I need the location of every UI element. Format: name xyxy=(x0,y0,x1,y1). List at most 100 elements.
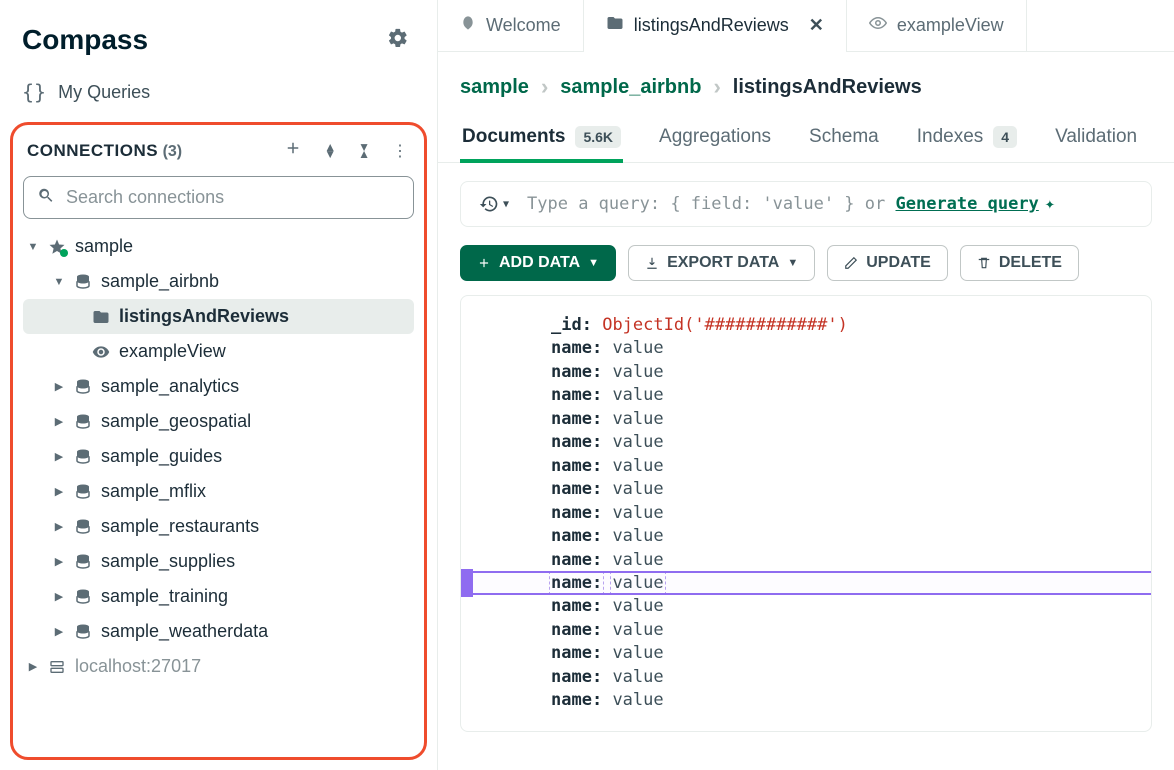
collection-label: listingsAndReviews xyxy=(119,306,289,327)
add-connection-icon[interactable] xyxy=(284,139,302,162)
database-icon xyxy=(73,483,93,501)
subtab-label: Indexes xyxy=(917,126,984,148)
subtabs: Documents 5.6K Aggregations Schema Index… xyxy=(438,116,1174,163)
document-field[interactable]: name: value xyxy=(551,666,1151,689)
my-queries-label: My Queries xyxy=(58,82,150,103)
query-placeholder: Type a query: { field: 'value' } or Gene… xyxy=(527,194,1133,214)
action-bar: ADD DATA ▼ EXPORT DATA ▼ UPDATE DELETE xyxy=(438,227,1174,295)
document-field[interactable]: name: value xyxy=(551,361,1151,384)
query-bar[interactable]: ▼ Type a query: { field: 'value' } or Ge… xyxy=(460,181,1152,227)
document-field[interactable]: name: value xyxy=(551,502,1151,525)
tabs-bar: Welcome listingsAndReviews ✕ exampleView xyxy=(438,0,1174,52)
sidebar: Compass {} My Queries CONNECTIONS (3) ▲▼… xyxy=(0,0,438,770)
tab-listings[interactable]: listingsAndReviews ✕ xyxy=(584,0,847,51)
database-icon xyxy=(73,623,93,641)
connection-item-localhost[interactable]: ▶ localhost:27017 xyxy=(23,649,414,684)
database-item[interactable]: ▶sample_guides xyxy=(23,439,414,474)
document-field[interactable]: name: value xyxy=(551,572,1151,595)
delete-button[interactable]: DELETE xyxy=(960,245,1079,281)
database-icon xyxy=(73,588,93,606)
search-icon xyxy=(37,186,55,209)
database-item[interactable]: ▶sample_training xyxy=(23,579,414,614)
database-icon xyxy=(73,413,93,431)
document-field[interactable]: name: value xyxy=(551,689,1151,712)
chevron-down-icon: ▼ xyxy=(588,257,599,269)
document-field: _id: ObjectId('############') xyxy=(551,314,1151,337)
view-label: exampleView xyxy=(119,341,226,362)
database-label: sample_mflix xyxy=(101,481,206,502)
export-data-button[interactable]: EXPORT DATA ▼ xyxy=(628,245,815,281)
connections-count: (3) xyxy=(163,143,183,160)
button-label: DELETE xyxy=(999,254,1062,272)
database-item[interactable]: ▶sample_mflix xyxy=(23,474,414,509)
database-icon xyxy=(73,273,93,291)
database-item[interactable]: ▶sample_geospatial xyxy=(23,404,414,439)
subtab-indexes[interactable]: Indexes 4 xyxy=(915,116,1019,162)
database-item[interactable]: ▶sample_supplies xyxy=(23,544,414,579)
subtab-validation[interactable]: Validation xyxy=(1053,116,1139,162)
my-queries-link[interactable]: {} My Queries xyxy=(0,72,437,122)
close-icon[interactable]: ✕ xyxy=(809,15,824,36)
database-label: sample_geospatial xyxy=(101,411,251,432)
subtab-label: Validation xyxy=(1055,126,1137,148)
document-field[interactable]: name: value xyxy=(551,384,1151,407)
database-label: sample_airbnb xyxy=(101,271,219,292)
breadcrumb-item: listingsAndReviews xyxy=(733,76,922,99)
breadcrumb-item[interactable]: sample_airbnb xyxy=(560,76,701,99)
document-field[interactable]: name: value xyxy=(551,595,1151,618)
button-label: UPDATE xyxy=(866,254,931,272)
generate-query-link[interactable]: Generate query xyxy=(896,194,1039,214)
document-field[interactable]: name: value xyxy=(551,408,1151,431)
update-button[interactable]: UPDATE xyxy=(827,245,948,281)
tab-exampleview[interactable]: exampleView xyxy=(847,0,1027,51)
database-icon xyxy=(73,553,93,571)
more-icon[interactable]: ⋮ xyxy=(392,141,408,161)
button-label: ADD DATA xyxy=(499,254,580,272)
favorite-icon xyxy=(47,238,67,256)
tab-welcome[interactable]: Welcome xyxy=(438,0,584,51)
subtab-label: Schema xyxy=(809,126,879,148)
connection-label: sample xyxy=(75,236,133,257)
database-item[interactable]: ▶sample_restaurants xyxy=(23,509,414,544)
document-field[interactable]: name: value xyxy=(551,642,1151,665)
database-label: sample_supplies xyxy=(101,551,235,572)
breadcrumb: sample › sample_airbnb › listingsAndRevi… xyxy=(438,52,1174,116)
eye-icon xyxy=(869,14,887,37)
connections-panel: CONNECTIONS (3) ▲▼ ▼▲ ⋮ ▼ xyxy=(10,122,427,760)
gear-icon[interactable] xyxy=(387,27,409,54)
document-field[interactable]: name: value xyxy=(551,619,1151,642)
collapse-all-icon[interactable]: ▼▲ xyxy=(358,144,370,158)
database-icon xyxy=(73,378,93,396)
view-item-example[interactable]: exampleView xyxy=(23,334,414,369)
connections-title: CONNECTIONS xyxy=(27,141,158,160)
document-field[interactable]: name: value xyxy=(551,478,1151,501)
database-item[interactable]: ▶sample_analytics xyxy=(23,369,414,404)
document-field[interactable]: name: value xyxy=(551,525,1151,548)
subtab-schema[interactable]: Schema xyxy=(807,116,881,162)
connection-item-sample[interactable]: ▼ sample xyxy=(23,229,414,264)
search-connections-input[interactable] xyxy=(23,176,414,219)
button-label: EXPORT DATA xyxy=(667,254,779,272)
document-field[interactable]: name: value xyxy=(551,337,1151,360)
count-badge: 4 xyxy=(993,126,1017,148)
count-badge: 5.6K xyxy=(575,126,621,148)
main-panel: Welcome listingsAndReviews ✕ exampleView… xyxy=(438,0,1174,770)
subtab-aggregations[interactable]: Aggregations xyxy=(657,116,773,162)
history-icon[interactable]: ▼ xyxy=(479,194,509,214)
add-data-button[interactable]: ADD DATA ▼ xyxy=(460,245,616,281)
leaf-icon xyxy=(460,15,476,36)
document-field[interactable]: name: value xyxy=(551,549,1151,572)
database-label: sample_weatherdata xyxy=(101,621,268,642)
subtab-label: Aggregations xyxy=(659,126,771,148)
subtab-documents[interactable]: Documents 5.6K xyxy=(460,116,623,162)
tab-label: listingsAndReviews xyxy=(634,15,789,36)
database-item[interactable]: ▶sample_weatherdata xyxy=(23,614,414,649)
database-icon xyxy=(73,518,93,536)
server-icon xyxy=(47,659,67,675)
document-field[interactable]: name: value xyxy=(551,455,1151,478)
expand-all-icon[interactable]: ▲▼ xyxy=(324,144,336,158)
breadcrumb-item[interactable]: sample xyxy=(460,76,529,99)
document-field[interactable]: name: value xyxy=(551,431,1151,454)
collection-item-listings[interactable]: listingsAndReviews xyxy=(23,299,414,334)
database-item-airbnb[interactable]: ▼ sample_airbnb xyxy=(23,264,414,299)
